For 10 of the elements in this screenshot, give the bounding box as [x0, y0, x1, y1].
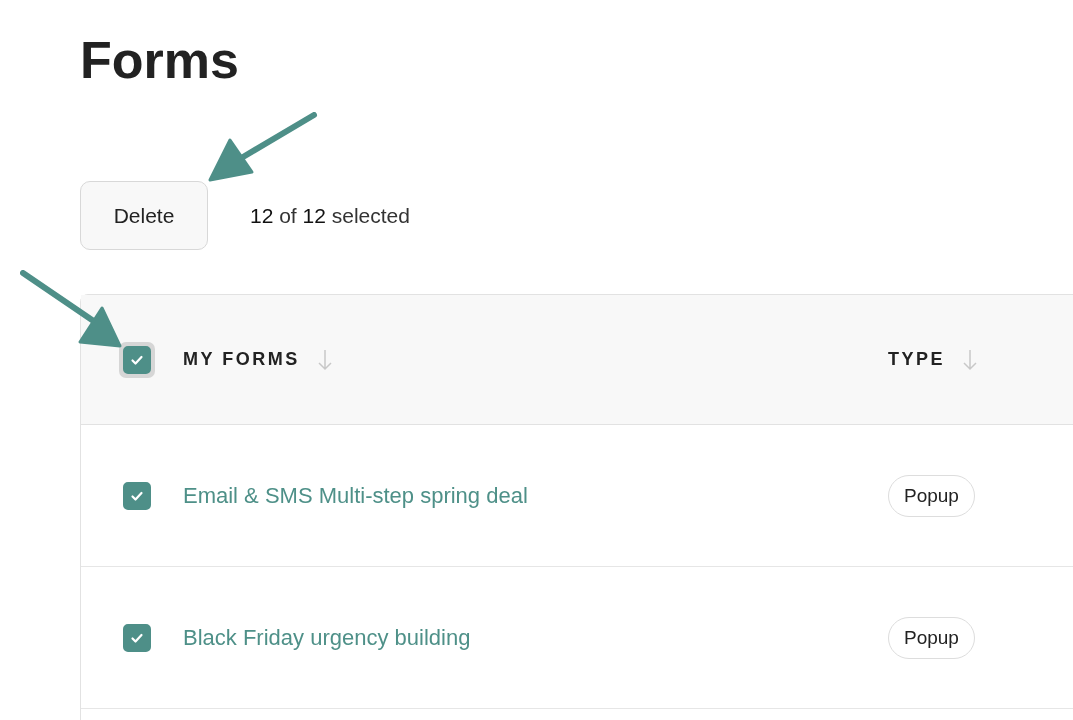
form-name-link[interactable]: Black Friday urgency building [183, 624, 471, 651]
form-name-link[interactable]: Email & SMS Multi-step spring deal [183, 482, 528, 509]
selection-count: 12 of 12 selected [250, 203, 410, 228]
delete-button[interactable]: Delete [80, 181, 208, 250]
page-title: Forms [80, 30, 240, 91]
column-header[interactable]: MY FORMS [183, 349, 300, 370]
row-checkbox[interactable] [123, 481, 151, 510]
column-header[interactable]: TYPE [888, 349, 945, 370]
row-checkbox[interactable] [123, 623, 151, 652]
select-all-checkbox[interactable] [119, 341, 155, 378]
